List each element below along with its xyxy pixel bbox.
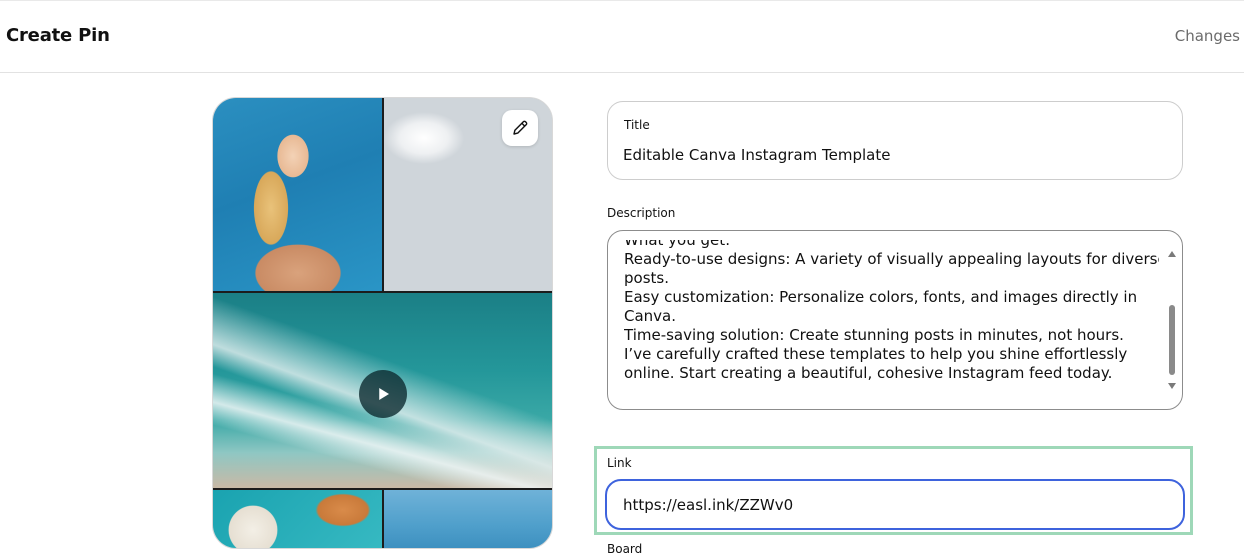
image-tile-sky: [384, 490, 552, 548]
collage-divider: [213, 291, 552, 293]
top-header: Create Pin Changes: [0, 0, 1244, 73]
scroll-down-arrow-icon[interactable]: [1168, 383, 1176, 389]
title-label: Title: [624, 118, 650, 132]
scroll-up-arrow-icon[interactable]: [1168, 251, 1176, 257]
image-tile-pool: [213, 490, 382, 548]
description-label: Description: [607, 206, 676, 220]
description-line: I’ve carefully crafted these templates t…: [624, 345, 1128, 363]
description-line: Ready-to-use designs: A variety of visua…: [624, 250, 1159, 268]
pencil-icon: [513, 120, 528, 135]
description-line: Easy customization: Personalize colors, …: [624, 288, 1138, 306]
collage-divider: [213, 488, 552, 490]
description-line: Canva.: [624, 307, 677, 325]
play-video-button[interactable]: [359, 370, 407, 418]
description-text[interactable]: What you get: Ready-to-use designs: A va…: [624, 240, 1159, 395]
image-tile-woman-ice-cream: [213, 98, 382, 291]
collage-divider: [382, 98, 384, 291]
title-field[interactable]: Title Editable Canva Instagram Template: [607, 101, 1183, 180]
description-scrollbar[interactable]: [1166, 247, 1178, 395]
link-input[interactable]: [605, 479, 1185, 530]
title-input-value[interactable]: Editable Canva Instagram Template: [623, 146, 890, 164]
page-title: Create Pin: [6, 25, 110, 46]
description-line: Time-saving solution: Create stunning po…: [624, 326, 1124, 344]
description-line: posts.: [624, 269, 669, 287]
pin-media-preview[interactable]: [212, 97, 553, 549]
description-line: online. Start creating a beautiful, cohe…: [624, 364, 1113, 382]
scrollbar-thumb[interactable]: [1169, 305, 1175, 375]
description-line: What you get:: [624, 240, 731, 249]
board-label: Board: [607, 542, 643, 556]
edit-media-button[interactable]: [502, 110, 538, 146]
link-label: Link: [607, 456, 632, 470]
changes-button[interactable]: Changes: [1175, 27, 1240, 45]
collage-divider: [382, 490, 384, 548]
play-icon: [379, 388, 389, 400]
description-textarea[interactable]: What you get: Ready-to-use designs: A va…: [607, 230, 1183, 410]
